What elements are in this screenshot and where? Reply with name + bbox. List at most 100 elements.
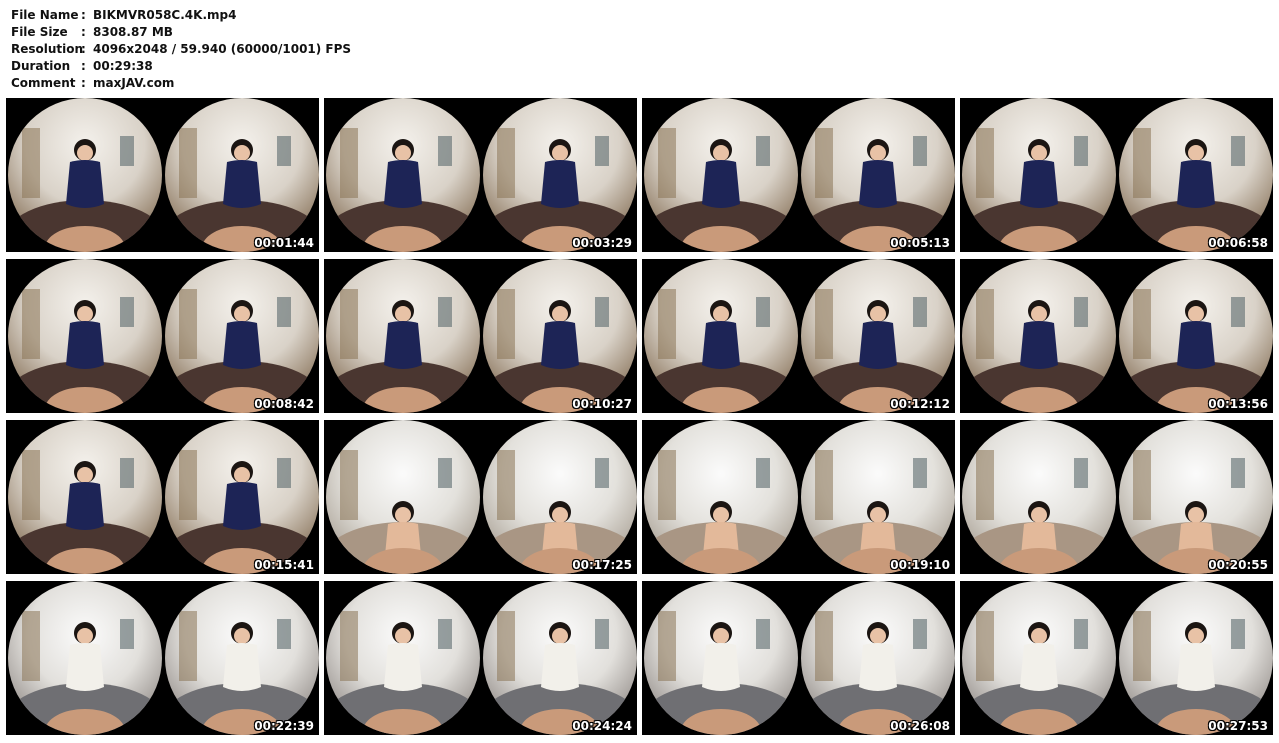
- right-eye-frame: [483, 259, 637, 413]
- scene-illustration: [483, 289, 637, 413]
- video-thumbnail[interactable]: 00:06:58: [960, 98, 1273, 252]
- right-eye-frame: [1119, 581, 1273, 735]
- left-eye-frame: [326, 581, 480, 735]
- scene-illustration: [801, 611, 955, 735]
- scene-illustration: [326, 611, 480, 735]
- right-eye-frame: [801, 581, 955, 735]
- timestamp-label: 00:17:25: [572, 558, 632, 572]
- left-eye-frame: [644, 98, 798, 252]
- right-eye-frame: [483, 581, 637, 735]
- scene-illustration: [1119, 450, 1273, 574]
- right-eye-frame: [801, 420, 955, 574]
- video-thumbnail[interactable]: 00:08:42: [6, 259, 319, 413]
- scene-illustration: [644, 450, 798, 574]
- video-thumbnail[interactable]: 00:03:29: [324, 98, 637, 252]
- right-eye-frame: [165, 420, 319, 574]
- video-thumbnail[interactable]: 00:24:24: [324, 581, 637, 735]
- right-eye-frame: [1119, 98, 1273, 252]
- left-eye-frame: [962, 581, 1116, 735]
- right-eye-frame: [483, 98, 637, 252]
- scene-illustration: [801, 128, 955, 252]
- left-eye-frame: [326, 420, 480, 574]
- video-thumbnail[interactable]: 00:26:08: [642, 581, 955, 735]
- info-separator: :: [81, 42, 86, 56]
- info-value: 8308.87 MB: [93, 25, 173, 39]
- scene-illustration: [801, 289, 955, 413]
- info-separator: :: [81, 76, 86, 90]
- left-eye-frame: [644, 581, 798, 735]
- timestamp-label: 00:08:42: [254, 397, 314, 411]
- left-eye-frame: [8, 98, 162, 252]
- left-eye-frame: [8, 581, 162, 735]
- left-eye-frame: [962, 420, 1116, 574]
- timestamp-label: 00:27:53: [1208, 719, 1268, 733]
- scene-illustration: [483, 611, 637, 735]
- video-thumbnail[interactable]: 00:27:53: [960, 581, 1273, 735]
- left-eye-frame: [326, 259, 480, 413]
- info-key: Duration: [11, 59, 71, 73]
- right-eye-frame: [801, 259, 955, 413]
- scene-illustration: [326, 289, 480, 413]
- scene-illustration: [962, 450, 1116, 574]
- right-eye-frame: [165, 581, 319, 735]
- timestamp-label: 00:10:27: [572, 397, 632, 411]
- video-thumbnail[interactable]: 00:22:39: [6, 581, 319, 735]
- video-thumbnail[interactable]: 00:17:25: [324, 420, 637, 574]
- thumbnail-grid: 00:01:44 00:03:29 00:05:13 00:06:58 00:08:42…: [6, 98, 1274, 738]
- left-eye-frame: [644, 259, 798, 413]
- info-key: File Size: [11, 25, 68, 39]
- scene-illustration: [165, 450, 319, 574]
- scene-illustration: [1119, 289, 1273, 413]
- timestamp-label: 00:15:41: [254, 558, 314, 572]
- scene-illustration: [165, 128, 319, 252]
- scene-illustration: [962, 128, 1116, 252]
- video-thumbnail[interactable]: 00:12:12: [642, 259, 955, 413]
- right-eye-frame: [1119, 420, 1273, 574]
- timestamp-label: 00:24:24: [572, 719, 632, 733]
- video-thumbnail[interactable]: 00:19:10: [642, 420, 955, 574]
- info-key: Comment: [11, 76, 76, 90]
- timestamp-label: 00:01:44: [254, 236, 314, 250]
- info-value: BIKMVR058C.4K.mp4: [93, 8, 237, 22]
- timestamp-label: 00:20:55: [1208, 558, 1268, 572]
- timestamp-label: 00:19:10: [890, 558, 950, 572]
- timestamp-label: 00:26:08: [890, 719, 950, 733]
- info-row-duration: Duration : 00:29:38: [11, 58, 351, 75]
- info-value: maxJAV.com: [93, 76, 175, 90]
- left-eye-frame: [962, 98, 1116, 252]
- info-row-comment: Comment : maxJAV.com: [11, 75, 351, 92]
- scene-illustration: [801, 450, 955, 574]
- info-key: File Name: [11, 8, 79, 22]
- left-eye-frame: [326, 98, 480, 252]
- timestamp-label: 00:13:56: [1208, 397, 1268, 411]
- scene-illustration: [8, 289, 162, 413]
- scene-illustration: [326, 128, 480, 252]
- scene-illustration: [326, 450, 480, 574]
- video-thumbnail[interactable]: 00:13:56: [960, 259, 1273, 413]
- info-separator: :: [81, 8, 86, 22]
- video-thumbnail[interactable]: 00:10:27: [324, 259, 637, 413]
- video-thumbnail[interactable]: 00:05:13: [642, 98, 955, 252]
- scene-illustration: [962, 289, 1116, 413]
- video-thumbnail[interactable]: 00:15:41: [6, 420, 319, 574]
- info-separator: :: [81, 59, 86, 73]
- scene-illustration: [644, 289, 798, 413]
- info-key: Resolution: [11, 42, 84, 56]
- info-value: 4096x2048 / 59.940 (60000/1001) FPS: [93, 42, 352, 56]
- scene-illustration: [165, 289, 319, 413]
- right-eye-frame: [801, 98, 955, 252]
- scene-illustration: [962, 611, 1116, 735]
- video-thumbnail[interactable]: 00:01:44: [6, 98, 319, 252]
- left-eye-frame: [8, 420, 162, 574]
- info-row-resolution: Resolution : 4096x2048 / 59.940 (60000/1…: [11, 41, 351, 58]
- right-eye-frame: [1119, 259, 1273, 413]
- video-thumbnail[interactable]: 00:20:55: [960, 420, 1273, 574]
- timestamp-label: 00:12:12: [890, 397, 950, 411]
- right-eye-frame: [165, 98, 319, 252]
- scene-illustration: [165, 611, 319, 735]
- left-eye-frame: [962, 259, 1116, 413]
- scene-illustration: [8, 611, 162, 735]
- scene-illustration: [1119, 611, 1273, 735]
- timestamp-label: 00:05:13: [890, 236, 950, 250]
- scene-illustration: [644, 611, 798, 735]
